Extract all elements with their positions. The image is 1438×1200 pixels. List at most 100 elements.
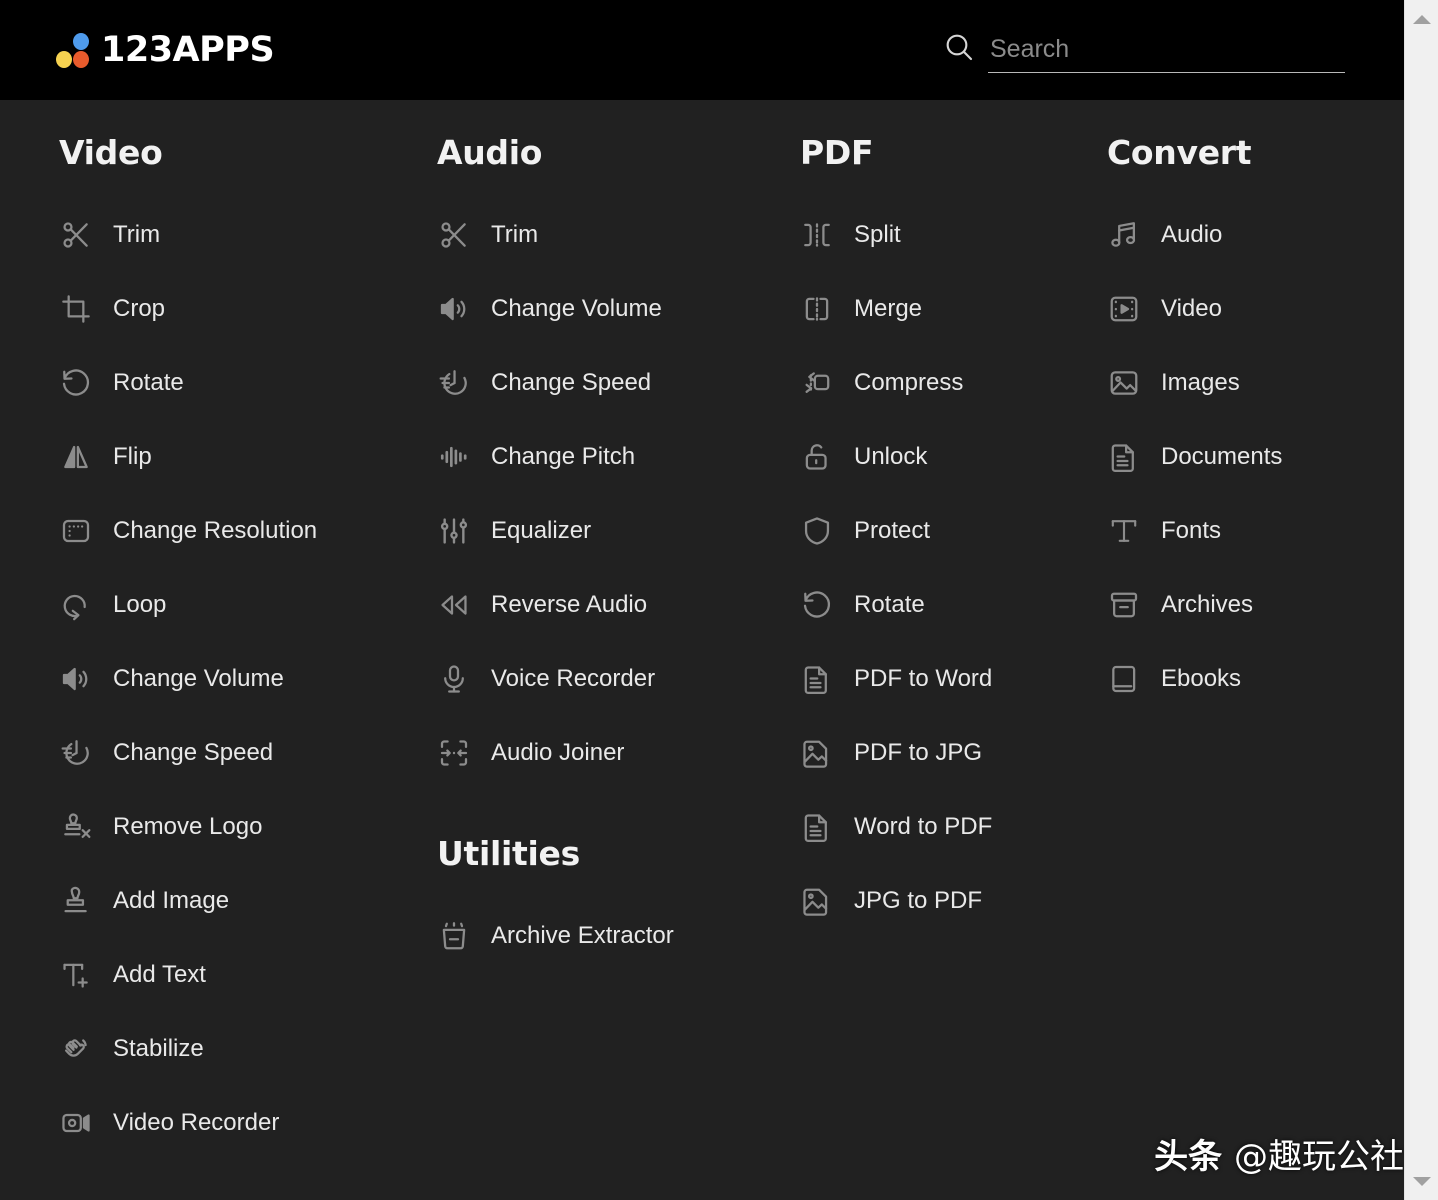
search-underline	[988, 28, 1349, 73]
menu-item-label: Reverse Audio	[491, 591, 648, 618]
menu-item-convert-documents[interactable]: Documents	[1107, 435, 1397, 479]
column-title-utilities: Utilities	[437, 834, 580, 873]
logo-dot-blue	[73, 33, 89, 50]
menu-item-label: Compress	[854, 369, 964, 396]
tools-menu: Video Trim Crop Rotate Flip Change Resol…	[0, 100, 1404, 1200]
join-icon	[437, 736, 471, 770]
pdf-item-list: Split Merge Compress Unlock Protect Rota…	[800, 213, 1100, 923]
menu-item-audio-trim[interactable]: Trim	[437, 213, 792, 257]
menu-item-video-trim[interactable]: Trim	[59, 213, 429, 257]
split-icon	[800, 218, 834, 252]
column-title-audio: Audio	[437, 133, 543, 172]
menu-item-label: Archive Extractor	[491, 922, 674, 949]
menu-item-video-add-text[interactable]: Add Text	[59, 953, 429, 997]
menu-item-label: PDF to JPG	[854, 739, 983, 766]
book-icon	[1107, 662, 1141, 696]
menu-item-label: Equalizer	[491, 517, 592, 544]
menu-item-pdf-compress[interactable]: Compress	[800, 361, 1100, 405]
search-input[interactable]	[988, 28, 1349, 70]
menu-item-label: Archives	[1161, 591, 1254, 618]
search-icon	[943, 31, 975, 63]
speed-icon	[437, 366, 471, 400]
rewind-icon	[437, 588, 471, 622]
compress-icon	[800, 366, 834, 400]
menu-item-audio-voice-recorder[interactable]: Voice Recorder	[437, 657, 792, 701]
column-audio: Audio Trim Change Volume Change Speed Ch…	[437, 100, 792, 958]
text-plus-icon	[59, 958, 93, 992]
menu-item-pdf-jpg-to-pdf[interactable]: JPG to PDF	[800, 879, 1100, 923]
column-convert: Convert Audio Video Images Documents Fon…	[1107, 100, 1397, 701]
flip-icon	[59, 440, 93, 474]
menu-item-pdf-merge[interactable]: Merge	[800, 287, 1100, 331]
menu-item-label: Audio Joiner	[491, 739, 625, 766]
rotate-ccw-icon	[59, 366, 93, 400]
resolution-icon	[59, 514, 93, 548]
menu-item-video-rotate[interactable]: Rotate	[59, 361, 429, 405]
menu-item-label: Trim	[491, 221, 539, 248]
scroll-up-arrow[interactable]	[1405, 6, 1438, 32]
menu-item-convert-fonts[interactable]: Fonts	[1107, 509, 1397, 553]
menu-item-audio-audio-joiner[interactable]: Audio Joiner	[437, 731, 792, 775]
column-title-video: Video	[59, 133, 163, 172]
menu-item-audio-change-volume[interactable]: Change Volume	[437, 287, 792, 331]
menu-item-label: Rotate	[113, 369, 184, 396]
scissors-icon	[59, 218, 93, 252]
speaker-icon	[437, 292, 471, 326]
menu-item-convert-ebooks[interactable]: Ebooks	[1107, 657, 1397, 701]
menu-item-video-stabilize[interactable]: Stabilize	[59, 1027, 429, 1071]
menu-item-audio-change-pitch[interactable]: Change Pitch	[437, 435, 792, 479]
menu-item-convert-audio[interactable]: Audio	[1107, 213, 1397, 257]
vertical-scrollbar[interactable]	[1404, 0, 1438, 1200]
column-title-convert: Convert	[1107, 133, 1252, 172]
menu-item-video-change-volume[interactable]: Change Volume	[59, 657, 429, 701]
menu-item-video-change-speed[interactable]: Change Speed	[59, 731, 429, 775]
scroll-down-arrow[interactable]	[1405, 1168, 1438, 1194]
menu-item-audio-change-speed[interactable]: Change Speed	[437, 361, 792, 405]
menu-item-pdf-split[interactable]: Split	[800, 213, 1100, 257]
menu-item-video-crop[interactable]: Crop	[59, 287, 429, 331]
menu-item-video-remove-logo[interactable]: Remove Logo	[59, 805, 429, 849]
menu-item-video-flip[interactable]: Flip	[59, 435, 429, 479]
hand-icon	[59, 1032, 93, 1066]
menu-item-video-loop[interactable]: Loop	[59, 583, 429, 627]
menu-item-pdf-pdf-to-jpg[interactable]: PDF to JPG	[800, 731, 1100, 775]
menu-item-pdf-rotate[interactable]: Rotate	[800, 583, 1100, 627]
menu-item-pdf-protect[interactable]: Protect	[800, 509, 1100, 553]
search-bar[interactable]	[943, 28, 1349, 74]
menu-item-label: Change Speed	[491, 369, 652, 396]
menu-item-label: Trim	[113, 221, 161, 248]
menu-item-label: Unlock	[854, 443, 928, 470]
menu-item-label: Stabilize	[113, 1035, 204, 1062]
menu-item-pdf-unlock[interactable]: Unlock	[800, 435, 1100, 479]
menu-item-label: Fonts	[1161, 517, 1222, 544]
menu-item-utilities-archive-extractor[interactable]: Archive Extractor	[437, 914, 792, 958]
menu-item-audio-equalizer[interactable]: Equalizer	[437, 509, 792, 553]
menu-item-convert-archives[interactable]: Archives	[1107, 583, 1397, 627]
menu-item-label: Split	[854, 221, 901, 248]
menu-item-video-add-image[interactable]: Add Image	[59, 879, 429, 923]
menu-item-audio-reverse-audio[interactable]: Reverse Audio	[437, 583, 792, 627]
menu-item-video-video-recorder[interactable]: Video Recorder	[59, 1101, 429, 1145]
document-icon	[800, 810, 834, 844]
menu-item-convert-video[interactable]: Video	[1107, 287, 1397, 331]
menu-item-label: PDF to Word	[854, 665, 993, 692]
menu-item-video-change-resolution[interactable]: Change Resolution	[59, 509, 429, 553]
watermark-handle: @趣玩公社	[1234, 1137, 1404, 1177]
menu-item-label: Remove Logo	[113, 813, 263, 840]
menu-item-label: Video	[1161, 295, 1222, 322]
rotate-ccw-icon	[800, 588, 834, 622]
loop-icon	[59, 588, 93, 622]
font-t-icon	[1107, 514, 1141, 548]
menu-item-label: Crop	[113, 295, 166, 322]
watermark-prefix: 头条	[1154, 1137, 1223, 1177]
scissors-icon	[437, 218, 471, 252]
menu-item-convert-images[interactable]: Images	[1107, 361, 1397, 405]
utilities-item-list: Archive Extractor	[437, 914, 792, 958]
site-logo[interactable]: 123APPS	[55, 24, 275, 76]
menu-item-pdf-word-to-pdf[interactable]: Word to PDF	[800, 805, 1100, 849]
menu-item-label: Change Volume	[491, 295, 662, 322]
menu-item-pdf-pdf-to-word[interactable]: PDF to Word	[800, 657, 1100, 701]
logo-dot-yellow	[56, 51, 72, 68]
shield-icon	[800, 514, 834, 548]
document-icon	[800, 662, 834, 696]
